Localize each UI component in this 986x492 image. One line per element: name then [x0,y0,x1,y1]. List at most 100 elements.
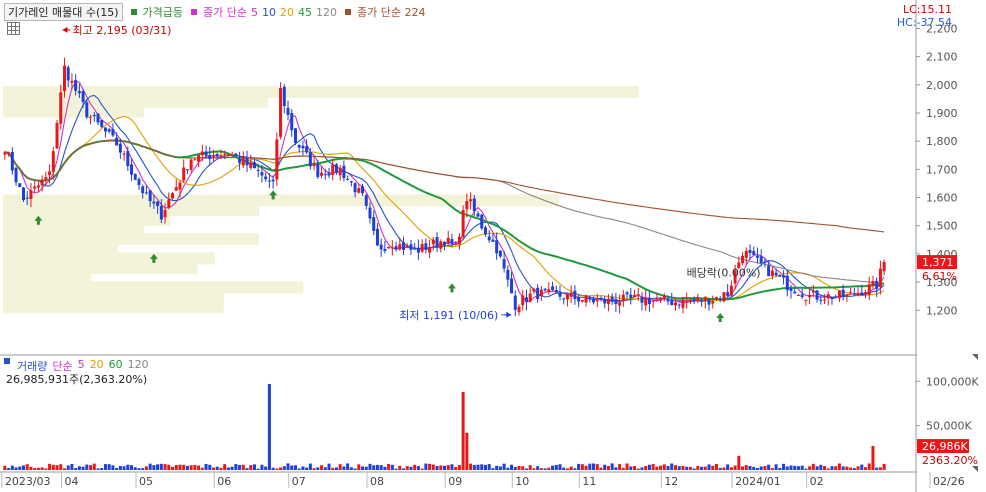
candle-body [770,270,774,277]
volume-bar [741,466,745,470]
volume-bar [782,463,786,470]
candle-body [774,272,778,276]
volume-bar [718,467,722,470]
volume-bar [51,464,55,470]
candle-body [29,190,33,200]
volume-bar [480,464,484,470]
volume-profile-band [3,300,224,313]
volume-bar [737,455,741,470]
volume-bar [446,465,450,470]
volume-bar [454,466,458,470]
price-tick-label: 1,500 [926,220,958,233]
volume-bar [323,467,327,470]
volume-bar [167,464,171,470]
volume-bar [599,467,603,470]
candle-body [834,296,838,298]
candle-body [864,292,868,294]
candle-body [606,298,610,304]
candle-body [521,295,525,306]
volume-bar [640,467,644,470]
volume-bar [878,467,882,470]
volume-bar [133,467,137,470]
volume-bar [96,468,100,470]
candle-body [230,154,234,156]
candle-body [506,269,510,280]
volume-bar [551,465,555,470]
dividend-annotation: 배당락(0.00%) [687,266,761,279]
volume-bar [81,466,85,470]
candle-body [558,292,562,297]
candle-body [640,296,644,303]
volume-bar [413,464,417,470]
volume-bar [215,466,219,470]
volume-bar [115,468,119,470]
volume-bar [789,465,793,470]
volume-bar [811,463,815,470]
volume-bar [428,463,432,470]
candle-body [383,248,387,251]
candle-body [759,256,763,264]
volume-bars [3,383,886,470]
volume-bar [714,463,718,470]
volume-bar [763,466,767,470]
candle-body [841,289,845,298]
volume-bar [402,468,406,470]
candle-body [267,180,271,182]
volume-bar [528,465,532,470]
volume-bar [774,464,778,470]
candle-body [171,193,175,199]
candle-body [144,192,148,194]
ma20-label: 20 [280,5,295,19]
volume-bar [707,464,711,470]
volume-bar [834,466,838,470]
candle-body [182,167,186,181]
panel-resize-icon-bottom[interactable] [972,466,978,472]
date-label: 06 [217,475,231,488]
volume-bar [472,464,476,470]
volume-bar [7,467,11,470]
ma120-label: 120 [316,5,338,19]
volume-bar [107,464,111,470]
volume-bar [830,466,834,470]
volume-bar [182,464,186,470]
candle-body [193,159,197,161]
candle-body [767,265,771,277]
candle-body [62,65,66,91]
volume-bar [580,464,584,470]
chart-frame: 최고 2,195 (03/31) 최저 1,191 (10/06) 배당락(0.00… [0,0,986,492]
volume-bar [342,466,346,470]
hc-indicator: HC:-37.54 [896,16,952,29]
ma224-label: 종가 단순 224 [357,6,426,19]
candle-body [290,113,294,131]
candle-body [55,122,59,149]
volume-bar [305,467,309,470]
grid-toggle-icon[interactable] [7,22,20,35]
volume-bar [562,467,566,470]
volume-bar [711,465,715,470]
volume-bar [491,468,495,470]
volume-bar [800,465,804,470]
candle-body [811,291,815,293]
volume-bar [852,468,856,470]
volume-bar [804,468,808,470]
volume-bar [334,467,338,470]
volume-bar [126,464,130,470]
candle-body [402,242,406,250]
candle-body [685,300,689,302]
date-label: 2023/03 [5,475,51,488]
volume-bar [826,468,830,470]
candle-body [85,102,89,118]
candle-body [569,293,573,297]
panel-resize-icon[interactable] [972,354,978,360]
chart-title[interactable]: 기가레인 매물대 수(15) [4,3,123,21]
candle-body [428,246,432,253]
candle-body [513,295,517,310]
candle-body [565,294,569,300]
lc-indicator: LC:15.11 [902,3,952,16]
volume-bar [394,468,398,470]
candle-body [618,302,622,306]
date-label: 04 [64,475,78,488]
candle-body [96,113,100,123]
candle-body [133,174,137,180]
volume-bar [40,467,44,470]
